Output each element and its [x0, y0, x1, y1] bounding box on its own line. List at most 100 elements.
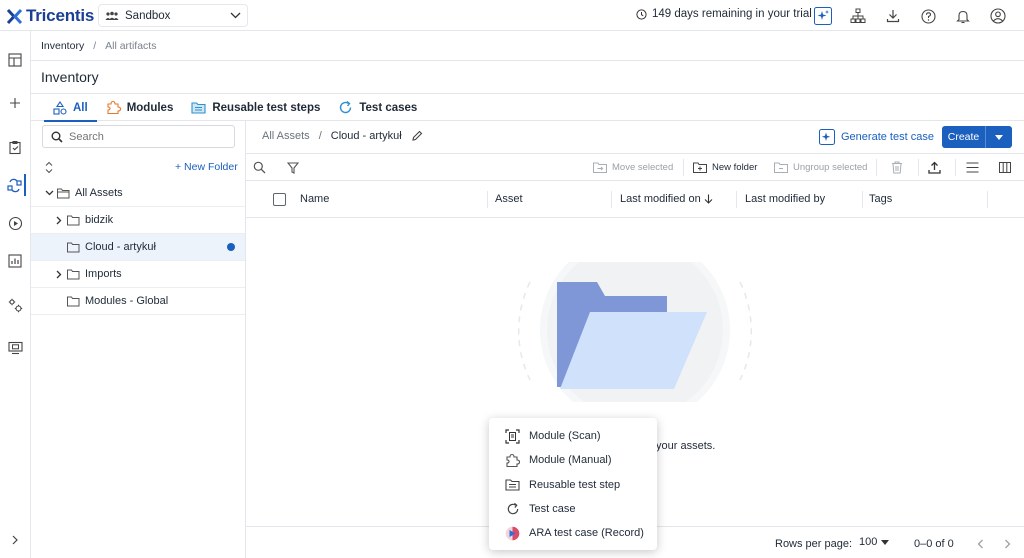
chevron-down-icon — [230, 12, 241, 19]
page-title: Inventory — [41, 69, 99, 85]
tree-node-label: Imports — [85, 268, 122, 280]
tree-node-imports[interactable]: Imports — [31, 261, 245, 288]
steps-folder-icon — [505, 479, 520, 491]
previous-page-icon[interactable] — [977, 539, 984, 549]
menu-item-ara-test-case[interactable]: ARA test case (Record) — [489, 521, 657, 545]
column-last-modified-by[interactable]: Last modified by — [745, 193, 825, 205]
density-button[interactable] — [966, 154, 979, 181]
tab-all[interactable]: All — [44, 94, 97, 122]
create-button-label[interactable]: Create — [942, 131, 985, 143]
scan-icon — [505, 429, 520, 444]
edit-pencil-icon[interactable] — [411, 130, 423, 142]
lines-icon — [966, 162, 979, 173]
rail-settings[interactable] — [4, 294, 26, 316]
ungroup-selected-button[interactable]: Ungroup selected — [774, 154, 867, 181]
tab-test-cases[interactable]: Test cases — [329, 94, 426, 121]
upload-button[interactable] — [928, 154, 941, 181]
create-split-button[interactable]: Create — [942, 126, 1012, 148]
select-all-checkbox[interactable] — [273, 193, 286, 206]
clipboard-check-icon — [8, 140, 21, 154]
rail-expand[interactable] — [4, 529, 26, 551]
account-button[interactable] — [988, 6, 1008, 26]
layout-icon — [8, 53, 22, 67]
sort-arrow-down-icon[interactable] — [704, 194, 713, 204]
menu-item-test-case[interactable]: Test case — [489, 497, 657, 521]
column-name[interactable]: Name — [300, 193, 329, 205]
columns-button[interactable] — [999, 154, 1011, 181]
column-resizer[interactable] — [487, 191, 488, 208]
create-menu: Module (Scan) Module (Manual) Reusable t… — [489, 418, 657, 550]
toolbar-divider — [876, 159, 877, 176]
toolbar-divider — [955, 159, 956, 176]
puzzle-icon — [107, 100, 121, 115]
tree-node-label: Cloud - artykuł — [85, 241, 156, 253]
folder-crumb-root[interactable]: All Assets — [262, 130, 310, 142]
tree-node-label: bidzik — [85, 214, 114, 226]
tab-modules[interactable]: Modules — [97, 94, 183, 121]
column-asset[interactable]: Asset — [495, 193, 523, 205]
rail-analytics[interactable] — [4, 250, 26, 272]
column-resizer[interactable] — [987, 191, 988, 208]
folder-crumb-separator: / — [318, 130, 322, 142]
move-selected-button[interactable]: Move selected — [593, 154, 673, 181]
column-resizer[interactable] — [736, 191, 737, 208]
rail-inventory[interactable] — [4, 174, 26, 196]
workspace-selector[interactable]: Sandbox — [98, 4, 248, 27]
empty-state-text: your assets. — [656, 440, 716, 452]
create-dropdown-toggle[interactable] — [986, 134, 1012, 140]
tree-node-modules-global[interactable]: Modules - Global — [31, 288, 245, 315]
help-button[interactable] — [918, 6, 938, 26]
trial-indicator: 149 days remaining in your trial — [636, 8, 812, 20]
columns-icon — [999, 162, 1011, 173]
next-page-icon[interactable] — [1004, 539, 1011, 549]
breadcrumb-inventory[interactable]: Inventory — [41, 40, 84, 52]
rail-agents[interactable] — [4, 337, 26, 359]
folder-icon — [67, 296, 80, 306]
rail-execution[interactable] — [4, 212, 26, 234]
org-chart-button[interactable] — [848, 6, 868, 26]
column-tags[interactable]: Tags — [869, 193, 892, 205]
generate-test-case-button[interactable]: Generate test case — [819, 126, 934, 148]
bar-chart-icon — [8, 254, 22, 268]
tricentis-logo[interactable]: Tricentis — [6, 6, 94, 26]
user-avatar-icon — [990, 8, 1006, 24]
tab-reusable-test-steps[interactable]: Reusable test steps — [182, 94, 329, 121]
ungroup-selected-label: Ungroup selected — [793, 162, 868, 173]
menu-item-reusable-test-step[interactable]: Reusable test step — [489, 473, 657, 497]
download-button[interactable] — [883, 6, 903, 26]
rail-dashboard[interactable] — [4, 49, 26, 71]
menu-item-module-scan[interactable]: Module (Scan) — [489, 424, 657, 448]
filter-search-button[interactable] — [253, 154, 266, 181]
rail-add[interactable] — [4, 92, 26, 114]
folder-crumb-current: Cloud - artykuł — [330, 130, 402, 142]
expand-caret-icon[interactable] — [51, 270, 67, 279]
new-folder-button[interactable]: New folder — [693, 154, 757, 181]
delete-button[interactable] — [891, 154, 903, 181]
tree-search-input[interactable] — [69, 130, 219, 143]
tree-node-cloud-artykul[interactable]: Cloud - artykuł — [31, 234, 245, 261]
tree-node-all-assets[interactable]: All Assets — [31, 180, 245, 207]
column-last-modified-on[interactable]: Last modified on — [620, 193, 701, 205]
column-resizer[interactable] — [611, 191, 612, 208]
table-header: Name Asset Last modified on Last modifie… — [246, 181, 1024, 218]
new-folder-link[interactable]: + New Folder — [175, 161, 238, 173]
menu-item-module-manual[interactable]: Module (Manual) — [489, 448, 657, 472]
move-selected-label: Move selected — [612, 162, 674, 173]
tree-search-box[interactable] — [42, 125, 235, 148]
rows-per-page-select[interactable]: 100 — [859, 536, 890, 548]
filter-button[interactable] — [287, 154, 299, 181]
tree-node-bidzik[interactable]: bidzik — [31, 207, 245, 234]
expand-caret-icon[interactable] — [51, 216, 67, 225]
notifications-button[interactable] — [953, 6, 973, 26]
toolbar-divider — [683, 159, 684, 176]
rail-test-plans[interactable] — [4, 136, 26, 158]
column-resizer[interactable] — [862, 191, 863, 208]
trash-icon — [892, 161, 902, 174]
trial-text: 149 days remaining in your trial — [652, 8, 812, 20]
ai-sparkle-button[interactable] — [813, 6, 833, 26]
expand-collapse-toggle[interactable] — [45, 161, 53, 174]
shapes-icon — [53, 100, 67, 115]
collapse-caret-icon[interactable] — [41, 190, 57, 196]
caret-down-icon — [881, 539, 890, 545]
empty-folder-illustration — [517, 262, 753, 402]
